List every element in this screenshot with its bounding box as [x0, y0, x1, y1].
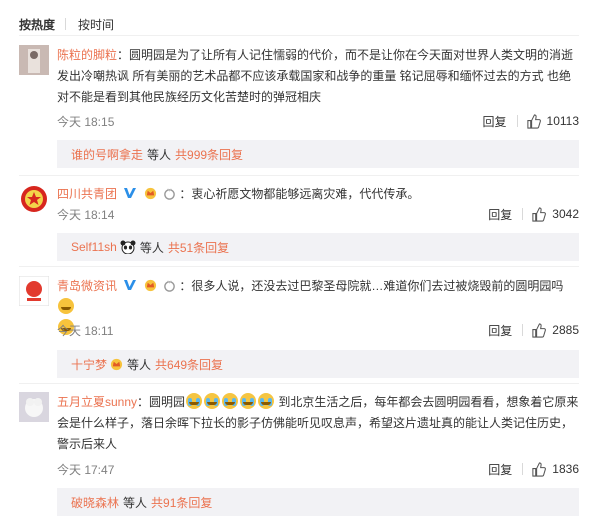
- sub-replies-bar: Self11sh 等人 共51条回复: [57, 233, 579, 261]
- avatar[interactable]: [19, 276, 49, 306]
- action-divider: [522, 208, 524, 220]
- like-count: 10113: [546, 114, 579, 128]
- comment-username[interactable]: 陈粒的脚粒: [57, 48, 117, 62]
- comment-text: 四川共青团 ：衷心祈愿文物都能够远离灾难，代代传承。: [57, 184, 579, 205]
- fan-crown-icon: [144, 279, 156, 292]
- like-button[interactable]: 1836: [531, 461, 579, 477]
- like-button[interactable]: 3042: [531, 206, 579, 222]
- comment-body: 陈粒的脚粒：圆明园是为了让所有人记住懦弱的代价，而不是让你在今天面对世界人类文明…: [57, 45, 579, 108]
- tab-divider: [65, 18, 67, 30]
- comment-time: 今天 17:47: [57, 462, 115, 477]
- tab-sort-by-hot[interactable]: 按热度: [19, 16, 55, 33]
- verified-blue-icon: [124, 280, 137, 290]
- reply-button[interactable]: 回复: [488, 461, 512, 478]
- sub-reply-username[interactable]: 十宁梦: [71, 356, 107, 373]
- comment-username[interactable]: 五月立夏sunny: [57, 395, 137, 409]
- comment-time: 今天 18:15: [57, 114, 115, 129]
- comment-actions: 回复 1836: [488, 461, 579, 478]
- comment-content: ：衷心祈愿文物都能够远离灾难，代代传承。: [179, 187, 420, 201]
- sort-tabs: 按热度 按时间: [19, 14, 114, 34]
- avatar[interactable]: [19, 45, 49, 75]
- comment-meta: 今天 17:47 回复 1836: [57, 459, 579, 479]
- tab-sort-by-time[interactable]: 按时间: [78, 16, 114, 33]
- like-count: 3042: [552, 207, 579, 221]
- comment-content: ：圆明园是为了让所有人记住懦弱的代价，而不是让你在今天面对世界人类文明的消逝发出…: [57, 48, 574, 104]
- like-count: 1836: [552, 462, 579, 476]
- verified-blue-icon: [124, 188, 137, 198]
- comment-username[interactable]: 四川共青团: [57, 187, 117, 201]
- avatar[interactable]: [19, 392, 49, 422]
- sub-reply-username[interactable]: 谁的号啊拿走: [71, 146, 143, 163]
- sub-reply-count-link[interactable]: 共51条回复: [168, 239, 229, 256]
- ring-badge-icon: [164, 280, 175, 292]
- reply-button[interactable]: 回复: [483, 113, 507, 130]
- comment-divider: [19, 266, 579, 267]
- sub-reply-count-link[interactable]: 共649条回复: [155, 356, 223, 373]
- fan-crown-icon: [110, 358, 123, 370]
- comment-username[interactable]: 青岛微资讯: [57, 279, 117, 293]
- comment-divider: [19, 383, 579, 384]
- comment-body: 五月立夏sunny：圆明园 到北京生活之后，每年都会去圆明园看看，想象着它原来会…: [57, 392, 579, 455]
- comment-meta: 今天 18:15 回复 10113: [57, 111, 579, 131]
- thumbs-up-icon: [526, 113, 541, 129]
- action-divider: [516, 115, 518, 127]
- thumbs-up-icon: [532, 461, 547, 477]
- sub-reply-text: 等人: [127, 357, 152, 372]
- sub-replies-bar: 谁的号啊拿走 等人 共999条回复: [57, 140, 579, 168]
- thumbs-up-icon: [532, 322, 547, 338]
- sub-reply-username[interactable]: Self11sh: [71, 240, 117, 254]
- comment-meta: 今天 18:14 回复 3042: [57, 204, 579, 224]
- avatar[interactable]: [19, 184, 49, 214]
- comment-body: 四川共青团 ：衷心祈愿文物都能够远离灾难，代代传承。: [57, 184, 579, 205]
- sub-replies-bar: 十宁梦 等人 共649条回复: [57, 350, 579, 378]
- comment-time: 今天 18:11: [57, 323, 114, 338]
- tabs-divider-line: [19, 35, 579, 36]
- sub-reply-count-link[interactable]: 共91条回复: [151, 494, 212, 511]
- sub-reply-username[interactable]: 破晓森林: [71, 494, 119, 511]
- comment-meta: 今天 18:11 回复 2885: [57, 320, 579, 340]
- comment-text: 陈粒的脚粒：圆明园是为了让所有人记住懦弱的代价，而不是让你在今天面对世界人类文明…: [57, 45, 579, 108]
- crying-emoji-icon: [222, 393, 239, 409]
- comment-divider: [19, 175, 579, 176]
- reply-button[interactable]: 回复: [488, 322, 512, 339]
- like-count: 2885: [552, 323, 579, 337]
- crying-emoji-icon: [258, 393, 275, 409]
- comment-content: ：圆明园: [137, 395, 186, 409]
- comment-text: 五月立夏sunny：圆明园 到北京生活之后，每年都会去圆明园看看，想象着它原来会…: [57, 392, 579, 455]
- awkward-emoji-icon: [58, 298, 74, 314]
- sub-reply-text: 等人: [139, 240, 164, 255]
- comment-content: ：很多人说，还没去过巴黎圣母院就…难道你们去过被烧毁前的圆明园吗: [179, 279, 564, 293]
- action-divider: [522, 324, 524, 336]
- comment-time: 今天 18:14: [57, 207, 115, 222]
- ring-badge-icon: [164, 188, 175, 200]
- action-divider: [522, 463, 524, 475]
- comment-actions: 回复 2885: [488, 322, 579, 339]
- thumbs-up-icon: [532, 206, 547, 222]
- sub-reply-text: 等人: [147, 147, 172, 162]
- comment-actions: 回复 3042: [488, 206, 579, 223]
- like-button[interactable]: 2885: [531, 322, 579, 338]
- like-button[interactable]: 10113: [526, 113, 579, 129]
- crying-emoji-icon: [186, 393, 203, 409]
- sub-reply-text: 等人: [123, 495, 148, 510]
- reply-button[interactable]: 回复: [488, 206, 512, 223]
- comment-actions: 回复 10113: [483, 113, 579, 130]
- panda-emoji-icon: [120, 240, 136, 254]
- crying-emoji-icon: [204, 393, 221, 409]
- sub-reply-count-link[interactable]: 共999条回复: [175, 146, 243, 163]
- crying-emoji-icon: [240, 393, 257, 409]
- fan-crown-icon: [144, 187, 156, 200]
